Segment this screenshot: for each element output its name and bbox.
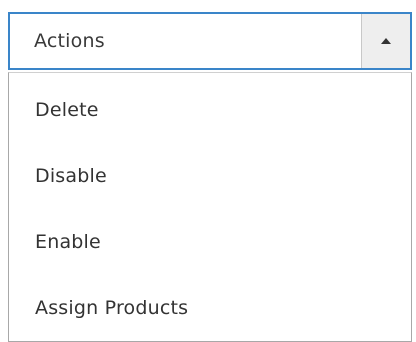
actions-dropdown: Actions Delete Disable Enable Assign Pro… [8,12,412,342]
dropdown-toggle-button[interactable] [361,14,410,68]
menu-item-assign-products[interactable]: Assign Products [9,275,411,341]
arrow-up-icon [381,38,391,44]
actions-label: Actions [34,30,105,52]
actions-select[interactable]: Actions [8,12,412,70]
menu-item-enable[interactable]: Enable [9,209,411,275]
menu-item-delete[interactable]: Delete [9,77,411,143]
actions-menu: Delete Disable Enable Assign Products [8,72,412,342]
menu-item-disable[interactable]: Disable [9,143,411,209]
